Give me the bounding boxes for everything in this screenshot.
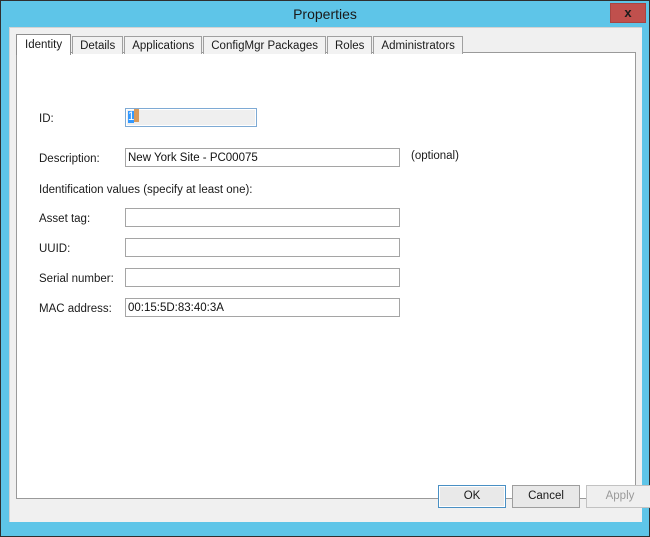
tab-details[interactable]: Details — [72, 36, 124, 54]
serial-number-row: Serial number: — [39, 269, 125, 288]
description-label: Description: — [39, 152, 100, 165]
asset-tag-input[interactable] — [125, 208, 400, 227]
titlebar: Properties x — [1, 1, 649, 27]
mac-address-input[interactable] — [125, 298, 400, 317]
id-row: ID: — [39, 109, 125, 128]
apply-button: Apply — [586, 485, 650, 508]
asset-tag-row: Asset tag: — [39, 209, 125, 228]
cancel-button[interactable]: Cancel — [512, 485, 580, 508]
identity-form: ID: 1 Description: (optional) Identifica… — [17, 53, 635, 498]
window-title: Properties — [293, 6, 357, 22]
close-icon: x — [624, 5, 632, 20]
mac-address-row: MAC address: — [39, 299, 125, 318]
uuid-label: UUID: — [39, 242, 71, 255]
tab-configmgr-packages[interactable]: ConfigMgr Packages — [203, 36, 326, 54]
uuid-input[interactable] — [125, 238, 400, 257]
dialog-footer: OK Cancel Apply — [10, 476, 650, 522]
properties-dialog-window: Properties x Identity Details Applicatio… — [0, 0, 650, 537]
serial-number-label: Serial number: — [39, 272, 114, 285]
tab-strip: Identity Details Applications ConfigMgr … — [16, 34, 464, 55]
description-input[interactable] — [125, 148, 400, 167]
id-label: ID: — [39, 112, 54, 125]
ok-button[interactable]: OK — [438, 485, 506, 508]
mac-address-label: MAC address: — [39, 302, 112, 315]
tab-identity[interactable]: Identity — [16, 34, 72, 55]
dialog-client-area: Identity Details Applications ConfigMgr … — [9, 27, 650, 522]
text-cursor — [134, 109, 140, 122]
serial-number-input[interactable] — [125, 268, 400, 287]
asset-tag-label: Asset tag: — [39, 212, 91, 225]
id-input-content: 1 — [128, 109, 254, 126]
identification-values-heading: Identification values (specify at least … — [39, 184, 253, 196]
uuid-row: UUID: — [39, 239, 125, 258]
close-button[interactable]: x — [610, 3, 646, 23]
id-input[interactable]: 1 — [125, 108, 257, 127]
description-row: Description: — [39, 149, 125, 168]
tab-panel-identity: ID: 1 Description: (optional) Identifica… — [16, 52, 636, 499]
tab-applications[interactable]: Applications — [124, 36, 203, 54]
description-optional-hint: (optional) — [411, 150, 459, 162]
tab-roles[interactable]: Roles — [327, 36, 373, 54]
tab-administrators[interactable]: Administrators — [373, 36, 463, 54]
